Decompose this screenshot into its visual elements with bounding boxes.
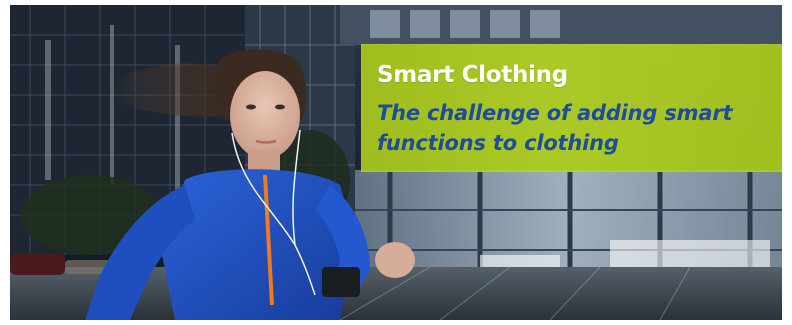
banner-title: Smart Clothing xyxy=(377,62,568,88)
banner-subtitle: The challenge of adding smart functions … xyxy=(377,101,733,155)
hero-banner xyxy=(10,5,782,320)
